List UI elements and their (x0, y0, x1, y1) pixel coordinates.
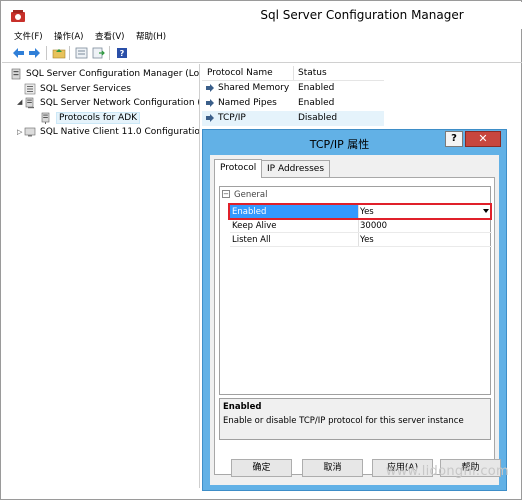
tree-item-label: SQL Server Services (40, 84, 131, 94)
menu-help[interactable]: 帮助(H) (136, 30, 166, 42)
menu-view[interactable]: 查看(V) (95, 30, 124, 42)
list-row-shared-memory[interactable]: Shared Memory Enabled (202, 81, 384, 96)
menu-file[interactable]: 文件(F) (14, 30, 43, 42)
back-arrow-icon[interactable] (11, 46, 26, 60)
property-grid: − General Enabled Yes Keep Alive 30000 L… (219, 186, 492, 395)
column-status[interactable]: Status (298, 68, 327, 78)
toolbar-separator (46, 46, 47, 60)
tree-item-configuration-manager[interactable]: SQL Server Configuration Manager (Loca (10, 67, 200, 81)
tab-panel-protocol: − General Enabled Yes Keep Alive 30000 L… (214, 177, 495, 475)
property-divider (358, 219, 359, 232)
tree-item-native-client[interactable]: SQL Native Client 11.0 Configuration (24, 125, 200, 139)
toolbar: ? (2, 43, 522, 63)
column-separator[interactable] (293, 66, 294, 80)
property-row-keep-alive[interactable]: Keep Alive 30000 (230, 219, 492, 233)
tree-item-protocols[interactable]: Protocols for ADK (40, 111, 141, 125)
tree-item-label: Protocols for ADK (56, 112, 141, 124)
protocol-status: Enabled (298, 83, 335, 93)
property-divider (358, 233, 359, 246)
export-list-icon[interactable] (91, 46, 106, 60)
up-folder-icon[interactable] (51, 46, 66, 60)
server-manager-icon (10, 68, 22, 80)
protocol-name: TCP/IP (218, 113, 246, 123)
native-client-icon (24, 126, 36, 138)
tab-protocol[interactable]: Protocol (214, 159, 263, 178)
help-book-icon[interactable]: ? (114, 46, 129, 60)
tree-item-services[interactable]: SQL Server Services (24, 82, 131, 96)
tree-item-label: SQL Server Configuration Manager (Loca (26, 69, 200, 79)
properties-icon[interactable] (74, 46, 89, 60)
list-row-tcp-ip[interactable]: TCP/IP Disabled (202, 111, 384, 126)
protocol-status: Disabled (298, 113, 338, 123)
column-protocol-name[interactable]: Protocol Name (207, 68, 273, 78)
tree-item-label: SQL Server Network Configuration (3 (40, 98, 200, 108)
property-value[interactable]: Yes (360, 235, 488, 245)
title-bar: Sql Server Configuration Manager (2, 2, 522, 29)
svg-text:?: ? (119, 49, 124, 58)
menu-bar: 文件(F) 操作(A) 查看(V) 帮助(H) (2, 29, 522, 43)
description-text: Enable or disable TCP/IP protocol for th… (223, 416, 464, 426)
collapse-arrow-icon[interactable]: ◢ (17, 98, 22, 106)
tcpip-properties-dialog: TCP/IP 属性 ? ✕ Protocol IP Addresses − Ge… (202, 129, 507, 491)
menu-action[interactable]: 操作(A) (54, 30, 83, 42)
expand-arrow-icon[interactable]: ▷ (17, 128, 22, 136)
toolbar-separator (109, 46, 110, 60)
property-value[interactable]: 30000 (360, 221, 488, 231)
annotation-highlight-box (228, 203, 492, 220)
network-config-icon (24, 97, 36, 109)
dialog-title-bar[interactable]: TCP/IP 属性 ? ✕ (203, 130, 506, 154)
protocol-name: Named Pipes (218, 98, 277, 108)
dialog-body: Protocol IP Addresses − General Enabled … (210, 155, 501, 485)
main-window: Sql Server Configuration Manager 文件(F) 操… (0, 0, 522, 500)
toolbar-separator (69, 46, 70, 60)
dialog-close-button[interactable]: ✕ (465, 131, 501, 147)
property-description-panel: Enabled Enable or disable TCP/IP protoco… (219, 398, 491, 440)
property-row-listen-all[interactable]: Listen All Yes (230, 233, 492, 247)
description-title: Enabled (223, 402, 262, 412)
category-label: General (234, 190, 268, 200)
tree-item-network-config[interactable]: SQL Server Network Configuration (3 (24, 96, 200, 110)
property-name: Listen All (232, 235, 271, 245)
window-title: Sql Server Configuration Manager (260, 8, 464, 22)
list-row-named-pipes[interactable]: Named Pipes Enabled (202, 96, 384, 111)
dialog-help-button[interactable]: ? (445, 131, 463, 147)
protocol-icon (205, 83, 215, 93)
collapse-icon[interactable]: − (222, 190, 230, 198)
watermark: www.lidongni.com (385, 464, 509, 479)
protocol-icon (205, 113, 215, 123)
category-general[interactable]: − General (220, 189, 490, 201)
ok-button[interactable]: 确定 (231, 459, 292, 477)
property-name: Keep Alive (232, 221, 277, 231)
cancel-button[interactable]: 取消 (302, 459, 363, 477)
tab-ip-addresses[interactable]: IP Addresses (261, 160, 331, 177)
protocols-icon (40, 112, 52, 124)
protocol-status: Enabled (298, 98, 335, 108)
tree-item-label: SQL Native Client 11.0 Configuration (40, 127, 200, 137)
dialog-title: TCP/IP 属性 (309, 138, 370, 151)
protocol-name: Shared Memory (218, 83, 290, 93)
forward-arrow-icon[interactable] (27, 46, 42, 60)
protocol-icon (205, 98, 215, 108)
console-tree: SQL Server Configuration Manager (Loca S… (2, 64, 200, 488)
services-icon (24, 83, 36, 95)
list-header: Protocol Name Status (202, 65, 384, 81)
